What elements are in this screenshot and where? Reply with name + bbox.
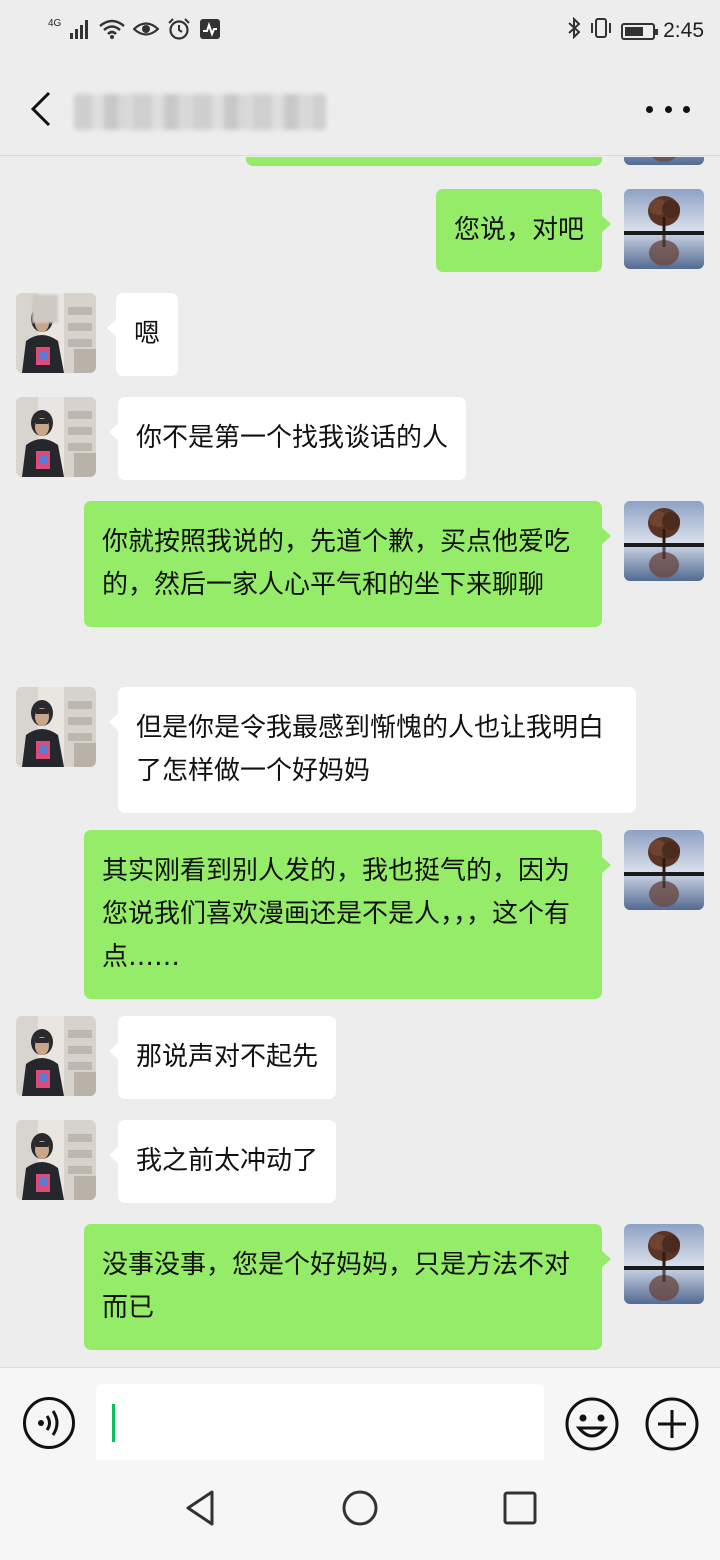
emoji-button[interactable] — [564, 1396, 620, 1456]
avatar-contact[interactable] — [16, 293, 96, 373]
avatar-self[interactable] — [624, 1224, 704, 1304]
avatar-self[interactable] — [624, 157, 704, 165]
back-button[interactable] — [18, 84, 64, 134]
battery-icon — [621, 22, 659, 40]
text-cursor — [112, 1404, 115, 1442]
avatar-self[interactable] — [624, 830, 704, 910]
message-bubble-outgoing[interactable] — [246, 157, 602, 166]
plus-button[interactable] — [644, 1396, 700, 1456]
avatar-self[interactable] — [624, 501, 704, 581]
voice-button[interactable] — [22, 1396, 76, 1454]
clock-time: 2:45 — [663, 19, 704, 42]
avatar-self[interactable] — [624, 189, 704, 269]
more-dot — [664, 105, 672, 113]
more-button[interactable] — [646, 96, 690, 122]
alarm-icon — [167, 18, 191, 44]
message-bubble-incoming[interactable]: 那说声对不起先 — [108, 1016, 337, 1099]
emoji-icon — [565, 1397, 619, 1451]
status-bar: 4G 2:45 — [0, 0, 720, 62]
nav-back-button[interactable] — [182, 1488, 218, 1532]
plus-icon — [645, 1397, 699, 1451]
avatar-contact[interactable] — [16, 397, 96, 477]
nav-home-icon — [342, 1490, 378, 1526]
avatar-blur-patch — [32, 295, 58, 323]
bluetooth-icon — [567, 16, 581, 45]
wifi-icon — [99, 18, 126, 44]
nav-home-button[interactable] — [340, 1488, 380, 1532]
message-list[interactable]: 您说，对吧 嗯 你不是第一个找我谈话的人 你就按照我说的，先道个歉，买点他爱吃的… — [0, 157, 720, 1367]
input-bar — [0, 1367, 720, 1462]
message-bubble-outgoing[interactable]: 没事没事，您是个好妈妈，只是方法不对而已 — [84, 1224, 611, 1350]
avatar-contact[interactable] — [16, 687, 96, 767]
network-label: 4G — [48, 17, 62, 29]
nav-recent-button[interactable] — [500, 1488, 540, 1532]
message-bubble-outgoing[interactable]: 您说，对吧 — [435, 189, 612, 272]
system-nav-bar — [0, 1460, 720, 1560]
nav-back-icon — [186, 1490, 214, 1526]
chat-header — [0, 62, 720, 156]
chevron-left-icon — [30, 91, 51, 127]
message-bubble-incoming[interactable]: 嗯 — [106, 293, 179, 376]
avatar-contact[interactable] — [16, 1120, 96, 1200]
message-bubble-outgoing[interactable]: 其实刚看到别人发的，我也挺气的，因为您说我们喜欢漫画还是不是人，，，这个有点…… — [84, 830, 611, 999]
message-bubble-incoming[interactable]: 但是你是令我最感到惭愧的人也让我明白了怎样做一个好妈妈 — [109, 687, 636, 813]
message-bubble-incoming[interactable]: 你不是第一个找我谈话的人 — [108, 397, 467, 480]
more-dot — [646, 105, 653, 113]
avatar-contact[interactable] — [16, 1016, 96, 1096]
activity-icon — [199, 18, 221, 44]
chat-title — [74, 94, 326, 130]
eye-icon — [132, 18, 160, 44]
signal-icon — [69, 18, 91, 44]
status-icons-right: 2:45 — [567, 16, 704, 46]
voice-icon — [23, 1397, 75, 1449]
message-bubble-incoming[interactable]: 我之前太冲动了 — [108, 1120, 337, 1203]
nav-recent-icon — [503, 1491, 537, 1525]
vibrate-icon — [589, 17, 613, 45]
status-icons-left: 4G — [48, 16, 221, 46]
more-dot — [683, 105, 690, 113]
message-input[interactable] — [96, 1384, 544, 1462]
message-bubble-outgoing[interactable]: 你就按照我说的，先道个歉，买点他爱吃的，然后一家人心平气和的坐下来聊聊 — [84, 501, 611, 627]
